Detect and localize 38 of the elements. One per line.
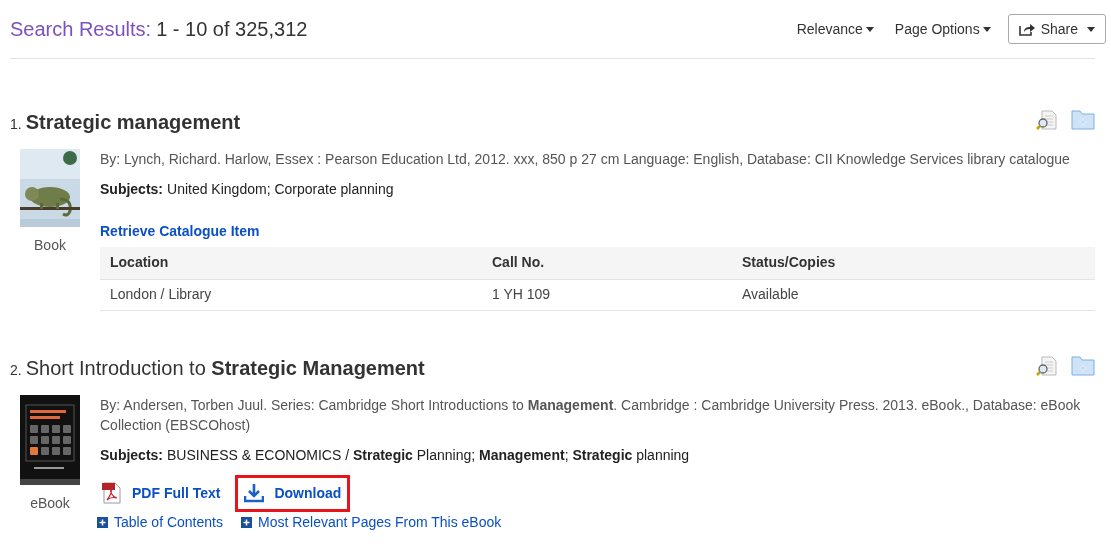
pdf-full-text-link[interactable]: PDF Full Text bbox=[93, 474, 230, 512]
plus-icon bbox=[240, 516, 252, 528]
results-label: Search Results: bbox=[10, 17, 152, 42]
page-options-dropdown[interactable]: Page Options bbox=[894, 18, 991, 40]
result-title[interactable]: Strategic management bbox=[25, 107, 241, 137]
citation-text: By: Lynch, Richard. Harlow, Essex : Pearson Education Ltd, 2012. xxx, 850 p 27 cm Language: English, Database: CII Knowledge Services library catalogue bbox=[100, 150, 1071, 169]
result-title[interactable]: Short Introduction to Strategic Management bbox=[25, 352, 425, 383]
subjects-label: Subjects: bbox=[100, 180, 163, 199]
expand-link[interactable]: Most Relevant Pages From This eBook bbox=[240, 511, 502, 533]
catalogue-link[interactable]: Retrieve Catalogue Item bbox=[100, 221, 260, 242]
share-icon bbox=[1018, 22, 1035, 36]
preview-icon[interactable] bbox=[1036, 110, 1058, 130]
results-count: 1 - 10 of 325,312 bbox=[156, 17, 308, 42]
format-label: Book bbox=[33, 236, 67, 255]
table-cell: 1 YH 109 bbox=[482, 279, 732, 310]
column-header: Status/Copies bbox=[732, 247, 1095, 279]
table-cell: Available bbox=[732, 279, 1095, 310]
sort-dropdown[interactable]: Relevance bbox=[796, 18, 874, 40]
table-cell: London / Library bbox=[100, 279, 482, 310]
expand-link[interactable]: Table of Contents bbox=[97, 511, 223, 533]
plus-icon bbox=[97, 516, 108, 528]
column-header: Location bbox=[100, 247, 482, 279]
download-icon bbox=[244, 483, 265, 503]
share-button[interactable]: Share bbox=[1007, 14, 1106, 44]
preview-icon[interactable] bbox=[1036, 355, 1058, 376]
citation-text: By: Andersen, Torben Juul. Series: Cambridge Short Introductions to Management. Cambridge : Cambridge University Press. 2013. eBook., Database: eBook Collection (EBSCOhost) bbox=[100, 395, 1082, 435]
result-number: 1. bbox=[10, 115, 22, 134]
subjects-text: United Kingdom; Corporate planning bbox=[167, 180, 394, 199]
download-link[interactable]: Download bbox=[235, 474, 351, 512]
caret-icon bbox=[982, 27, 991, 33]
caret-icon bbox=[865, 27, 874, 33]
subjects-label: Subjects: bbox=[100, 445, 163, 465]
column-header: Call No. bbox=[482, 247, 732, 279]
pdf-icon bbox=[102, 482, 122, 504]
caret-icon bbox=[1087, 26, 1095, 32]
format-label: eBook bbox=[29, 493, 71, 513]
subjects-text: BUSINESS & ECONOMICS / Strategic Planning; Management; Strategic planning bbox=[167, 445, 690, 465]
result-number: 2. bbox=[10, 360, 22, 380]
